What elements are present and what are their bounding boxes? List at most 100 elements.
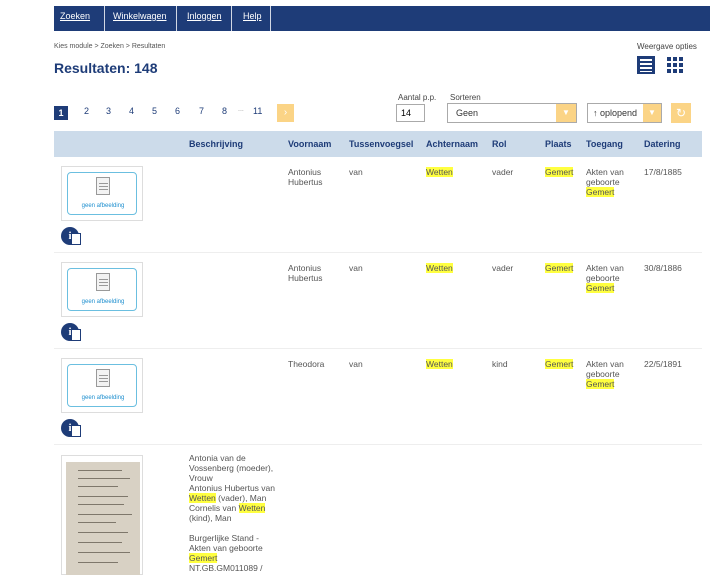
nav-divider	[176, 6, 177, 31]
page-6[interactable]: 6	[175, 106, 180, 120]
description-text: Cornelis van	[189, 503, 239, 513]
column-header-voornaam[interactable]: Voornaam	[288, 139, 331, 149]
grid-view-icon[interactable]	[667, 57, 683, 73]
description-text: (kind), Man	[189, 513, 232, 523]
order-select[interactable]: ↑ oplopend ▼	[587, 103, 662, 123]
info-icon[interactable]: i	[61, 227, 81, 245]
chevron-down-icon: ▼	[643, 104, 661, 122]
cell-toegang: Akten van geboorte Gemert	[586, 167, 624, 197]
column-header-datering[interactable]: Datering	[644, 139, 681, 149]
column-header-achternaam[interactable]: Achternaam	[426, 139, 478, 149]
column-header-plaats[interactable]: Plaats	[545, 139, 572, 149]
page-7[interactable]: 7	[199, 106, 204, 120]
nav-divider	[104, 6, 105, 31]
cell-voornaam: Antonius Hubertus	[288, 167, 323, 187]
info-icon[interactable]: i	[61, 419, 81, 437]
description-line: Gemert	[189, 553, 275, 563]
cell-plaats: Gemert	[545, 263, 574, 273]
description-line	[189, 523, 275, 533]
document-icon	[96, 177, 110, 195]
nav-link-help[interactable]: Help	[243, 11, 262, 21]
document-icon	[96, 369, 110, 387]
description-line: (kind), Man	[189, 513, 275, 523]
page-3[interactable]: 3	[106, 106, 111, 120]
per-page-label: Aantal p.p.	[398, 93, 437, 102]
refresh-icon[interactable]: ↻	[671, 103, 691, 123]
cell-datering: 17/8/1885	[644, 167, 682, 177]
table-row[interactable]: geen afbeelding i Antonius Hubertus van W…	[54, 157, 702, 253]
per-page-input[interactable]	[396, 104, 425, 122]
nav-link-winkelwagen[interactable]: Winkelwagen	[113, 11, 167, 21]
sort-select[interactable]: Geen ▼	[447, 103, 577, 123]
description-text: Vossenberg (moeder),	[189, 463, 274, 473]
description-line: NT.GB.GM011089 /	[189, 563, 275, 573]
description-line: Akten van geboorte	[189, 543, 275, 553]
page-4[interactable]: 4	[129, 106, 134, 120]
description-line: Vossenberg (moeder),	[189, 463, 275, 473]
column-header-beschrijving[interactable]: Beschrijving	[189, 139, 243, 149]
cell-tussenvoegsel: van	[349, 167, 363, 177]
column-header-rol[interactable]: Rol	[492, 139, 507, 149]
column-header-toegang[interactable]: Toegang	[586, 139, 623, 149]
page-8[interactable]: 8	[222, 106, 227, 120]
description-text: NT.GB.GM011089 /	[189, 563, 263, 573]
description-line: Antonius Hubertus van	[189, 483, 275, 493]
cell-achternaam: Wetten	[426, 167, 453, 177]
thumbnail-placeholder[interactable]: geen afbeelding	[61, 166, 143, 221]
highlighted-term: Wetten	[189, 493, 216, 503]
cell-plaats: Gemert	[545, 359, 574, 369]
column-header-tussenvoegsel[interactable]: Tussenvoegsel	[349, 139, 413, 149]
nav-link-inloggen[interactable]: Inloggen	[187, 11, 222, 21]
page-title: Resultaten: 148	[54, 60, 158, 76]
page-1[interactable]: 1	[54, 106, 68, 120]
nav-divider	[231, 6, 232, 31]
highlighted-term: Wetten	[238, 503, 266, 513]
cell-beschrijving: Antonia van de Vossenberg (moeder), Vrouw A…	[189, 453, 275, 575]
record-scan-image[interactable]	[61, 455, 143, 575]
next-page-button[interactable]: ›	[277, 104, 294, 122]
description-line: Vrouw	[189, 473, 275, 483]
page-2[interactable]: 2	[84, 106, 89, 120]
thumbnail-caption: geen afbeelding	[81, 299, 125, 305]
nav-strip: Zoeken Winkelwagen Inloggen Help	[54, 6, 710, 31]
view-options-label: Weergave opties	[637, 42, 697, 51]
top-navigation: Zoeken Winkelwagen Inloggen Help	[0, 0, 710, 31]
list-view-icon[interactable]	[637, 56, 655, 74]
table-row[interactable]: geen afbeelding i Theodora van Wetten ki…	[54, 349, 702, 445]
thumbnail-caption: geen afbeelding	[81, 395, 125, 401]
highlighted-term: Gemert	[189, 553, 218, 563]
description-text: Akten van geboorte	[189, 543, 263, 553]
nav-link-zoeken[interactable]: Zoeken	[60, 11, 90, 21]
cell-plaats: Gemert	[545, 167, 574, 177]
table-row[interactable]: Antonia van de Vossenberg (moeder), Vrouw A…	[54, 445, 702, 575]
cell-tussenvoegsel: van	[349, 359, 363, 369]
cell-datering: 30/8/1886	[644, 263, 682, 273]
description-text: Vrouw	[189, 473, 213, 483]
order-value: ↑ oplopend	[593, 108, 638, 118]
info-icon[interactable]: i	[61, 323, 81, 341]
cell-toegang: Akten van geboorte Gemert	[586, 263, 624, 293]
cell-rol: vader	[492, 167, 514, 177]
nav-divider	[270, 6, 271, 31]
breadcrumb[interactable]: Kies module > Zoeken > Resultaten	[54, 43, 165, 50]
table-header: Beschrijving Voornaam Tussenvoegsel Acht…	[54, 131, 702, 157]
document-icon	[96, 273, 110, 291]
description-line: Cornelis van Wetten	[189, 503, 275, 513]
cell-rol: kind	[492, 359, 508, 369]
thumbnail-placeholder[interactable]: geen afbeelding	[61, 262, 143, 317]
cell-rol: vader	[492, 263, 514, 273]
page-5[interactable]: 5	[152, 106, 157, 120]
cell-tussenvoegsel: van	[349, 263, 363, 273]
description-text: Burgerlijke Stand -	[189, 533, 259, 543]
description-text: Antonia van de	[189, 453, 246, 463]
chevron-down-icon: ▼	[556, 104, 576, 122]
description-text: Antonius Hubertus van	[189, 483, 275, 493]
cell-datering: 22/5/1891	[644, 359, 682, 369]
description-line: Antonia van de	[189, 453, 275, 463]
cell-voornaam: Antonius Hubertus	[288, 263, 323, 283]
table-row[interactable]: geen afbeelding i Antonius Hubertus van W…	[54, 253, 702, 349]
thumbnail-placeholder[interactable]: geen afbeelding	[61, 358, 143, 413]
sort-value: Geen	[456, 108, 479, 118]
sort-label: Sorteren	[450, 93, 481, 102]
page-11[interactable]: 11	[253, 106, 262, 120]
